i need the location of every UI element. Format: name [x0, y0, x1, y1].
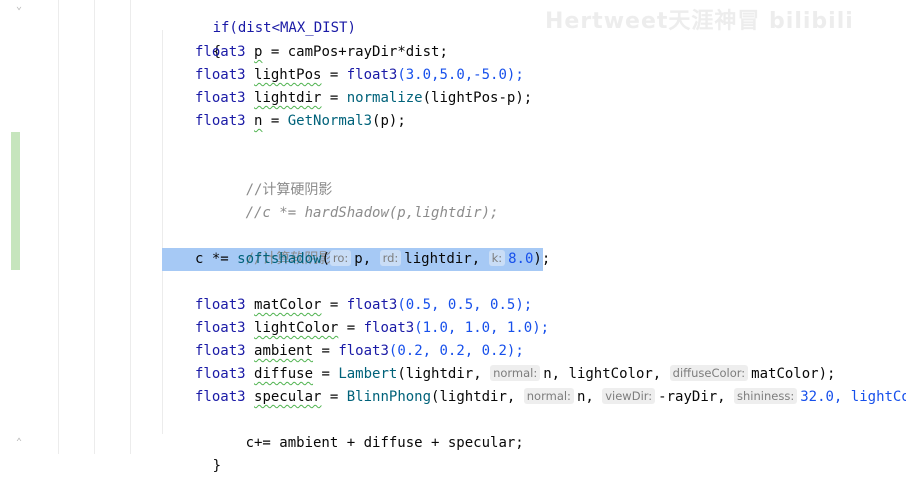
code-text: =: [313, 343, 339, 359]
function-name: float3: [363, 320, 415, 336]
code-line-selected[interactable]: c *= softshadow(ro: p, rd: lightdir, k: 8.0…: [195, 248, 550, 271]
type-keyword: float3: [195, 389, 246, 405]
function-name: float3: [338, 343, 389, 359]
type-keyword: float3: [195, 320, 246, 336]
code-line[interactable]: //计算软阴影: [195, 225, 333, 267]
code-arg: n, lightColor,: [543, 366, 670, 382]
code-text: );: [533, 251, 551, 267]
code-line[interactable]: //c *= hardShadow(p,lightdir);: [195, 179, 499, 221]
function-name: float3: [346, 297, 398, 313]
type-keyword: float3: [195, 113, 246, 129]
code-line[interactable]: float3 n = GetNormal3(p);: [195, 110, 406, 133]
code-arg: (lightdir,: [397, 366, 491, 382]
code-arg: matColor);: [751, 366, 836, 382]
code-line[interactable]: }: [162, 432, 221, 474]
param-hint: ro:: [329, 250, 352, 266]
type-keyword: float3: [195, 297, 246, 313]
code-text: =: [321, 389, 347, 405]
variable-name: matColor: [254, 297, 322, 313]
code-text: c *=: [195, 251, 238, 267]
code-text: =: [313, 366, 339, 382]
code-arg: (lightdir,: [431, 389, 524, 405]
type-keyword: float3: [195, 67, 246, 83]
function-name: BlinnPhong: [346, 389, 432, 405]
code-arg: lightdir,: [404, 251, 481, 267]
function-name: Lambert: [338, 366, 398, 382]
param-hint: viewDir:: [602, 388, 656, 404]
code-text: =: [338, 320, 364, 336]
code-line[interactable]: float3 specular = BlinnPhong(lightdir, n…: [195, 386, 906, 409]
code-line[interactable]: float3 ambient = float3(0.2, 0.2, 0.2);: [195, 340, 524, 363]
param-hint: normal:: [490, 365, 541, 381]
type-keyword: float3: [195, 44, 246, 60]
function-name: normalize: [346, 90, 423, 106]
code-line[interactable]: float3 matColor = float3(0.5, 0.5, 0.5);: [195, 294, 532, 317]
code-text: c+= ambient + diffuse + specular;: [245, 435, 524, 451]
code-arg: 8.0: [508, 251, 534, 267]
type-keyword: float3: [195, 90, 246, 106]
code-args: (3.0,5.0,-5.0);: [397, 67, 524, 83]
code-args: (lightPos-p);: [422, 90, 533, 106]
param-hint: shininess:: [734, 388, 798, 404]
code-args: (0.2, 0.2, 0.2);: [388, 343, 524, 359]
code-line[interactable]: c+= ambient + diffuse + specular;: [195, 409, 524, 451]
code-text: if(dist<MAX_DIST): [212, 20, 356, 36]
code-text: =: [262, 113, 288, 129]
param-hint: normal:: [523, 388, 574, 404]
code-args: (p);: [372, 113, 406, 129]
type-keyword: float3: [195, 366, 246, 382]
code-line[interactable]: float3 diffuse = Lambert(lightdir, norma…: [195, 363, 835, 386]
code-text: }: [212, 458, 222, 474]
code-text: = camPos+rayDir*dist;: [262, 44, 448, 60]
code-arg: p,: [354, 251, 372, 267]
param-hint: diffuseColor:: [669, 365, 749, 381]
code-line[interactable]: float3 p = camPos+rayDir*dist;: [195, 41, 448, 64]
code-args: (0.5, 0.5, 0.5);: [397, 297, 533, 313]
variable-name: lightPos: [254, 67, 322, 83]
code-editor[interactable]: ⌄ ⌃ Hertweet天涯神冒 bilibili if(dist<MAX_DI…: [0, 0, 906, 474]
variable-name: diffuse: [254, 366, 314, 382]
code-arg: 32.0, lightCol: [800, 389, 906, 405]
type-keyword: float3: [195, 343, 246, 359]
code-line[interactable]: {: [162, 18, 221, 60]
code-arg: n,: [576, 389, 603, 405]
code-area[interactable]: if(dist<MAX_DIST) { float3 p = camPos+ra…: [0, 0, 906, 474]
param-hint: k:: [488, 250, 506, 266]
param-hint: rd:: [379, 250, 402, 266]
code-line[interactable]: if(dist<MAX_DIST): [162, 0, 356, 36]
code-text: =: [321, 67, 347, 83]
variable-name: lightdir: [254, 90, 322, 106]
code-text: =: [321, 90, 347, 106]
variable-name: specular: [254, 389, 322, 405]
variable-name: lightColor: [254, 320, 339, 336]
comment: //c *= hardShadow(p,lightdir);: [245, 205, 499, 221]
code-text: =: [321, 297, 347, 313]
variable-name: ambient: [254, 343, 314, 359]
function-name: softshadow: [237, 251, 322, 267]
code-arg: -rayDir,: [658, 389, 735, 405]
code-line[interactable]: float3 lightPos = float3(3.0,5.0,-5.0);: [195, 64, 524, 87]
code-line[interactable]: //计算硬阴影: [195, 156, 333, 198]
code-line[interactable]: float3 lightdir = normalize(lightPos-p);: [195, 87, 532, 110]
code-args: (1.0, 1.0, 1.0);: [414, 320, 550, 336]
function-name: GetNormal3: [287, 113, 373, 129]
code-line[interactable]: float3 lightColor = float3(1.0, 1.0, 1.0…: [195, 317, 549, 340]
function-name: float3: [346, 67, 398, 83]
code-text: (: [321, 251, 330, 267]
